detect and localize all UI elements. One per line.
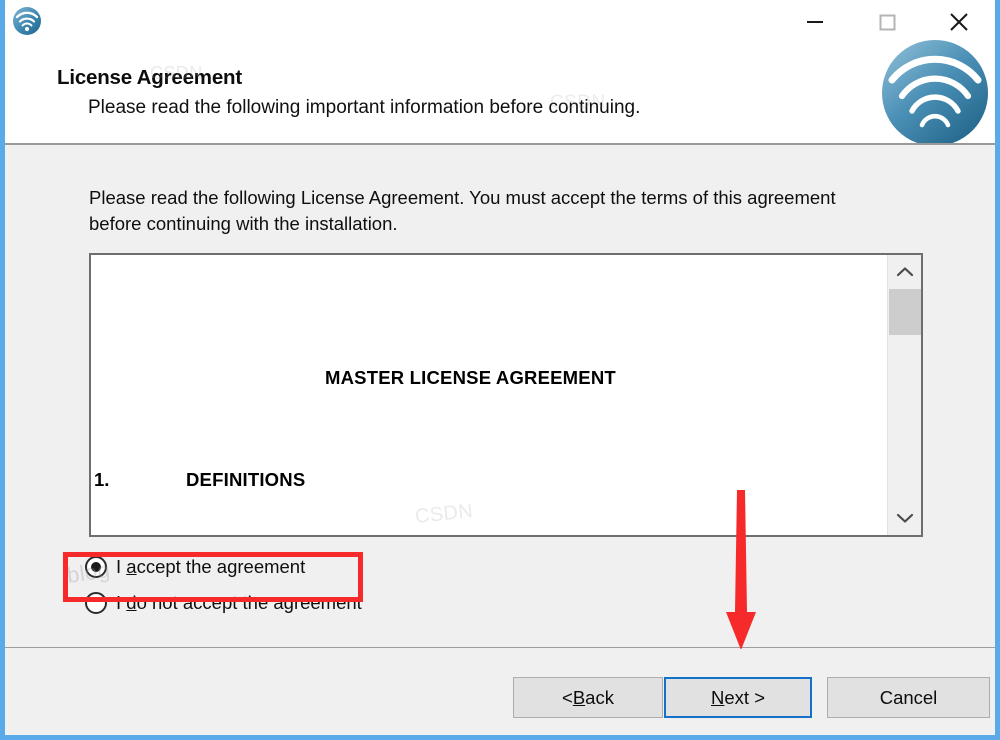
license-text-box[interactable]: MASTER LICENSE AGREEMENT 1. DEFINITIONS	[89, 253, 923, 537]
close-icon	[950, 13, 968, 31]
page-subtitle: Please read the following important info…	[88, 97, 641, 118]
wifi-logo-icon	[12, 6, 42, 36]
radio-accept-label: I accept the agreement	[116, 556, 306, 577]
wifi-logo-icon	[880, 38, 990, 143]
back-button[interactable]: < Back	[513, 677, 663, 718]
maximize-icon	[879, 14, 896, 31]
radio-unselected-icon[interactable]	[85, 592, 107, 614]
page-title: License Agreement	[57, 66, 242, 89]
next-button[interactable]: Next >	[664, 677, 812, 718]
radio-decline-label: I do not accept the agreement	[116, 592, 362, 613]
radio-accept-agreement[interactable]: I accept the agreement	[85, 549, 505, 585]
license-scrollbar[interactable]	[887, 255, 921, 535]
license-section-number: 1.	[94, 469, 110, 490]
dialog-footer: < Back Next > Cancel https://blog.csdn.n…	[5, 649, 995, 735]
minimize-icon	[807, 21, 823, 23]
scroll-up-icon[interactable]	[888, 255, 921, 289]
dialog-body: Please read the following License Agreem…	[5, 145, 995, 648]
installer-window: License Agreement Please read the follow…	[0, 0, 1000, 740]
license-text-content: MASTER LICENSE AGREEMENT 1. DEFINITIONS	[91, 255, 887, 535]
scrollbar-thumb[interactable]	[889, 289, 921, 335]
radio-decline-agreement[interactable]: I do not accept the agreement	[85, 585, 505, 621]
scroll-down-icon[interactable]	[888, 501, 921, 535]
license-accept-radio-group: I accept the agreement I do not accept t…	[85, 549, 505, 621]
dialog-header: License Agreement Please read the follow…	[5, 0, 995, 145]
radio-selected-icon[interactable]	[85, 556, 107, 578]
license-heading: MASTER LICENSE AGREEMENT	[325, 367, 616, 388]
intro-text: Please read the following License Agreem…	[89, 187, 836, 234]
license-section-title: DEFINITIONS	[186, 469, 306, 490]
minimize-button[interactable]	[779, 0, 851, 44]
cancel-button[interactable]: Cancel	[827, 677, 990, 718]
